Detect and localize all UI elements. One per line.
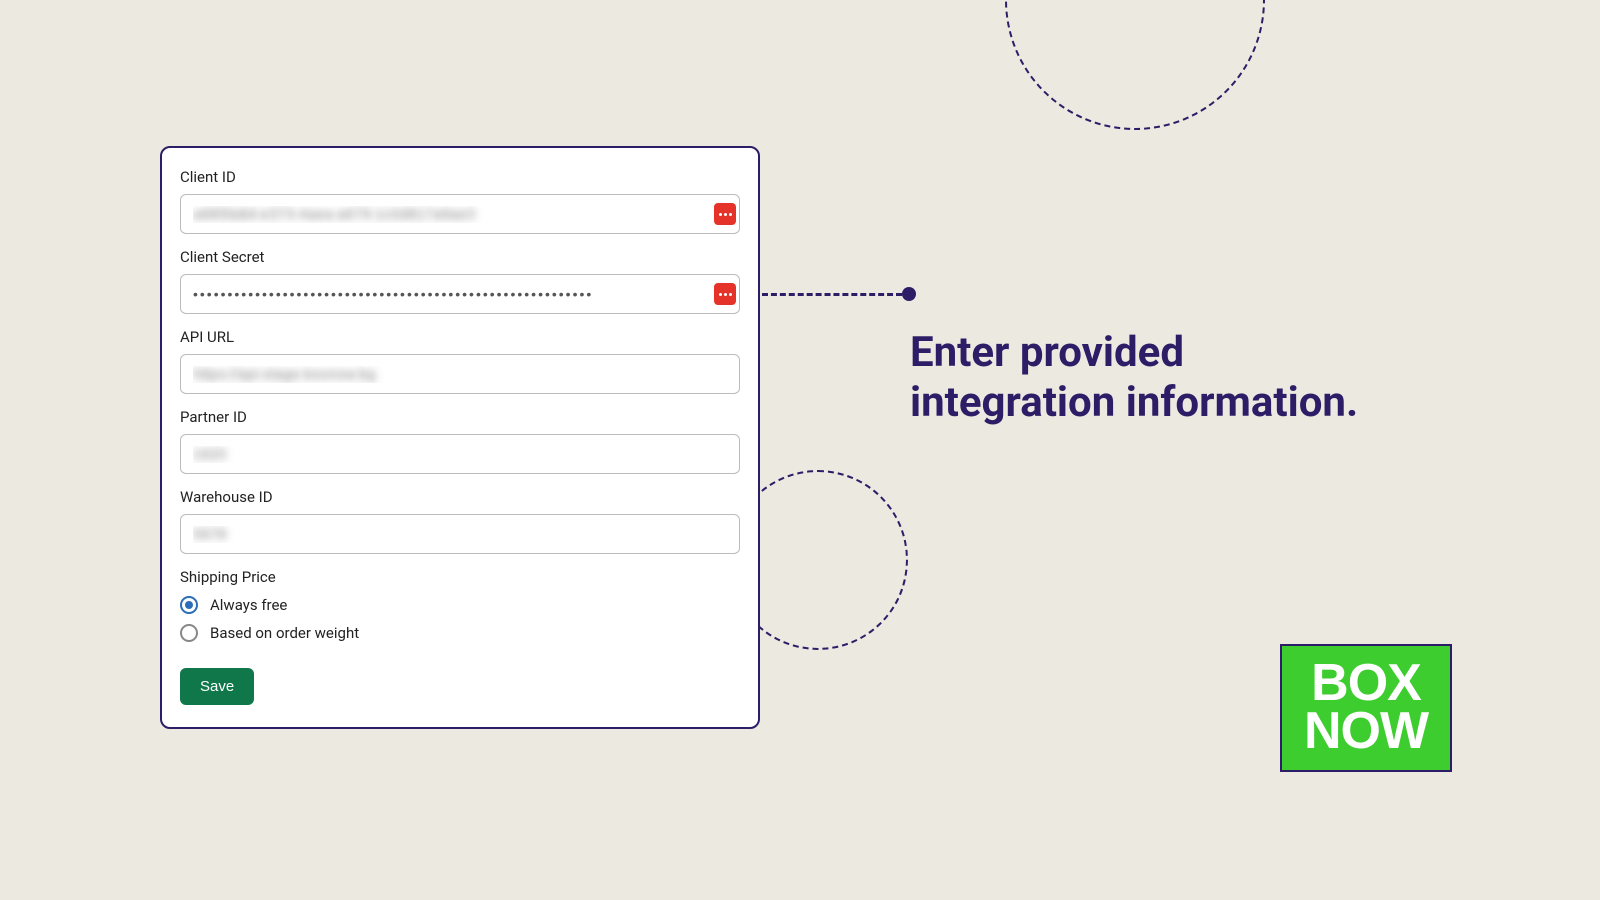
connector-dot xyxy=(902,287,916,301)
radio-icon xyxy=(180,624,198,642)
warehouse-id-label: Warehouse ID xyxy=(180,488,740,506)
partner-id-input[interactable] xyxy=(180,434,740,474)
api-url-input[interactable] xyxy=(180,354,740,394)
radio-icon xyxy=(180,596,198,614)
radio-based-on-weight-label: Based on order weight xyxy=(210,624,359,642)
radio-based-on-weight[interactable]: Based on order weight xyxy=(180,624,740,642)
shipping-price-group: Shipping Price Always free Based on orde… xyxy=(180,568,740,642)
radio-always-free-label: Always free xyxy=(210,596,287,614)
instruction-line1: Enter provided xyxy=(910,328,1358,378)
client-secret-label: Client Secret xyxy=(180,248,740,266)
password-manager-icon[interactable] xyxy=(714,283,736,305)
partner-id-label: Partner ID xyxy=(180,408,740,426)
decorative-circle-top xyxy=(1005,0,1265,130)
warehouse-id-group: Warehouse ID xyxy=(180,488,740,554)
api-url-label: API URL xyxy=(180,328,740,346)
client-secret-input[interactable] xyxy=(180,274,740,314)
integration-form-panel: Client ID Client Secret API URL Partner … xyxy=(160,146,760,729)
partner-id-group: Partner ID xyxy=(180,408,740,474)
instruction-text: Enter provided integration information. xyxy=(910,328,1358,429)
client-id-input[interactable] xyxy=(180,194,740,234)
warehouse-id-input[interactable] xyxy=(180,514,740,554)
save-button[interactable]: Save xyxy=(180,668,254,705)
client-id-label: Client ID xyxy=(180,168,740,186)
instruction-line2: integration information. xyxy=(910,378,1358,428)
logo-line1: BOX xyxy=(1311,660,1421,708)
logo-line2: NOW xyxy=(1304,708,1428,756)
connector-line xyxy=(762,293,902,296)
client-id-group: Client ID xyxy=(180,168,740,234)
radio-always-free[interactable]: Always free xyxy=(180,596,740,614)
password-manager-icon[interactable] xyxy=(714,203,736,225)
api-url-group: API URL xyxy=(180,328,740,394)
shipping-price-label: Shipping Price xyxy=(180,568,740,586)
client-secret-group: Client Secret xyxy=(180,248,740,314)
boxnow-logo: BOX NOW xyxy=(1280,644,1452,772)
